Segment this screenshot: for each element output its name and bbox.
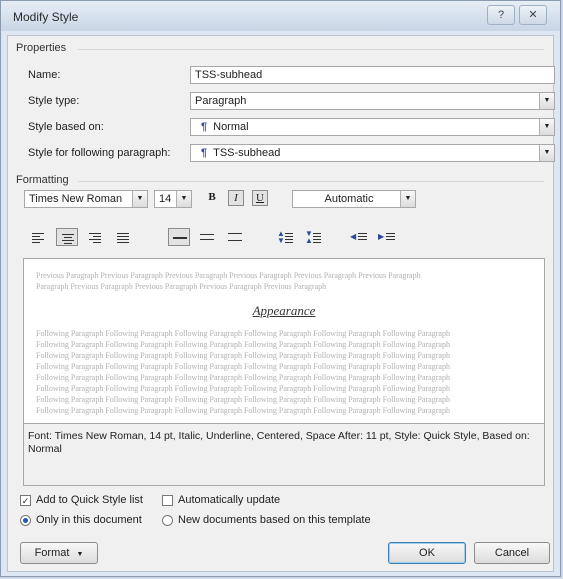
chevron-down-icon[interactable]: ▼	[539, 145, 554, 161]
justify-button[interactable]	[112, 228, 134, 246]
following-style-value: TSS-subhead	[213, 147, 281, 159]
close-button[interactable]: ✕	[519, 5, 547, 25]
style-type-select[interactable]: Paragraph ▼	[190, 92, 555, 110]
style-based-on-label: Style based on:	[28, 121, 104, 133]
pilcrow-icon: ¶	[201, 147, 208, 159]
single-spacing-button[interactable]	[168, 228, 190, 246]
chevron-down-icon[interactable]: ▼	[132, 191, 147, 207]
preview-following-line: Following Paragraph Following Paragraph …	[36, 406, 450, 415]
name-value: TSS-subhead	[195, 69, 263, 81]
space-before-button[interactable]: ▲ ▼	[274, 228, 296, 246]
name-label: Name:	[28, 69, 61, 81]
modify-style-dialog: Modify Style ? ✕ Properties Name: TSS-su…	[0, 0, 561, 577]
chevron-down-icon[interactable]: ▼	[539, 119, 554, 135]
only-this-document-radio[interactable]	[20, 515, 31, 526]
title-bar[interactable]: Modify Style ? ✕	[1, 1, 560, 31]
cancel-button[interactable]: Cancel	[474, 542, 550, 564]
following-style-label: Style for following paragraph:	[28, 147, 171, 159]
name-input[interactable]: TSS-subhead	[190, 66, 555, 84]
dialog-body: Properties Name: TSS-subhead Style type:…	[7, 35, 555, 572]
preview-following-line: Following Paragraph Following Paragraph …	[36, 351, 450, 360]
format-button-label: Format	[34, 547, 70, 559]
preview-following-line: Following Paragraph Following Paragraph …	[36, 395, 450, 404]
only-this-document-label[interactable]: Only in this document	[36, 514, 142, 526]
increase-indent-button[interactable]: ▶	[376, 228, 398, 246]
add-quick-style-checkbox[interactable]: ✓	[20, 495, 31, 506]
double-spacing-button[interactable]	[224, 228, 246, 246]
style-description: Font: Times New Roman, 14 pt, Italic, Un…	[23, 424, 545, 486]
preview-following-line: Following Paragraph Following Paragraph …	[36, 384, 450, 393]
new-documents-radio[interactable]	[162, 515, 173, 526]
properties-group-label: Properties	[16, 42, 67, 54]
help-button[interactable]: ?	[487, 5, 515, 25]
align-left-button[interactable]	[28, 228, 50, 246]
window-title: Modify Style	[13, 10, 79, 24]
preview-following-line: Following Paragraph Following Paragraph …	[36, 362, 450, 371]
font-value: Times New Roman	[29, 193, 123, 205]
italic-button[interactable]: I	[228, 190, 244, 206]
preview-following-line: Following Paragraph Following Paragraph …	[36, 340, 450, 349]
font-size-select[interactable]: 14 ▼	[154, 190, 192, 208]
underline-button[interactable]: U	[252, 190, 268, 206]
ok-button[interactable]: OK	[388, 542, 466, 564]
following-style-select[interactable]: ¶ TSS-subhead ▼	[190, 144, 555, 162]
space-after-button[interactable]: ▼ ▲	[302, 228, 324, 246]
formatting-group-label: Formatting	[16, 174, 69, 186]
preview-following-line: Following Paragraph Following Paragraph …	[36, 329, 450, 338]
bold-button[interactable]: B	[204, 190, 220, 206]
preview-following-line: Following Paragraph Following Paragraph …	[36, 373, 450, 382]
chevron-down-icon[interactable]: ▼	[176, 191, 191, 207]
new-documents-label[interactable]: New documents based on this template	[178, 514, 371, 526]
style-type-value: Paragraph	[195, 95, 247, 107]
pilcrow-icon: ¶	[201, 121, 208, 133]
font-color-value: Automatic	[324, 193, 374, 205]
align-right-button[interactable]	[84, 228, 106, 246]
style-preview: Previous Paragraph Previous Paragraph Pr…	[23, 258, 545, 424]
font-size-value: 14	[159, 193, 172, 205]
auto-update-label[interactable]: Automatically update	[178, 494, 280, 506]
properties-separator	[78, 49, 544, 50]
font-select[interactable]: Times New Roman ▼	[24, 190, 148, 208]
font-color-select[interactable]: Automatic ▼	[292, 190, 416, 208]
chevron-down-icon[interactable]: ▼	[539, 93, 554, 109]
add-quick-style-label[interactable]: Add to Quick Style list	[36, 494, 143, 506]
preview-sample-text: Appearance	[252, 303, 316, 318]
align-center-button[interactable]	[56, 228, 78, 246]
style-based-on-select[interactable]: ¶ Normal ▼	[190, 118, 555, 136]
one-half-spacing-button[interactable]	[196, 228, 218, 246]
formatting-separator	[78, 181, 544, 182]
auto-update-checkbox[interactable]	[162, 495, 173, 506]
preview-previous-line: Paragraph Previous Paragraph Previous Pa…	[36, 282, 327, 291]
format-button[interactable]: Format ▼	[20, 542, 98, 564]
style-type-label: Style type:	[28, 95, 80, 107]
chevron-down-icon[interactable]: ▼	[400, 191, 415, 207]
decrease-indent-button[interactable]: ◀	[348, 228, 370, 246]
style-based-on-value: Normal	[213, 121, 249, 133]
preview-previous-line: Previous Paragraph Previous Paragraph Pr…	[36, 271, 421, 280]
chevron-down-icon: ▼	[76, 551, 84, 558]
